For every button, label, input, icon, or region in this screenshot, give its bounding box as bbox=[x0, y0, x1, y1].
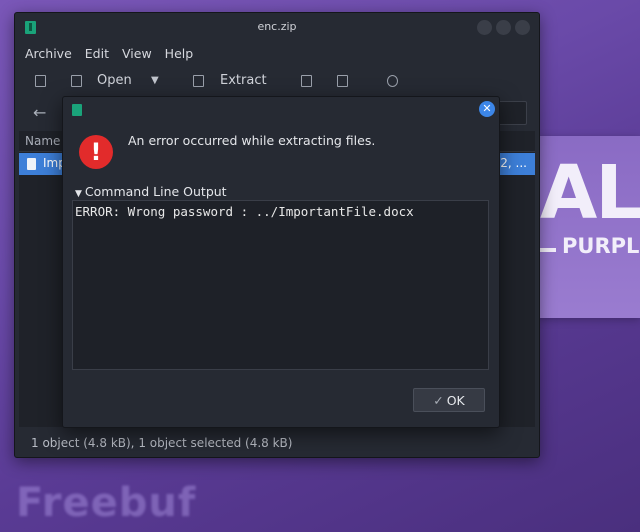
minimize-button[interactable] bbox=[477, 20, 492, 35]
command-output-box[interactable]: ERROR: Wrong password : ../ImportantFile… bbox=[72, 200, 489, 370]
command-output-expander[interactable]: ▼ Command Line Output bbox=[75, 184, 227, 199]
titlebar[interactable]: enc.zip bbox=[15, 13, 539, 41]
ok-label: OK bbox=[446, 393, 465, 408]
check-icon: ✓ bbox=[433, 393, 444, 408]
open-icon[interactable] bbox=[71, 75, 82, 87]
command-output-text: ERROR: Wrong password : ../ImportantFile… bbox=[75, 204, 414, 219]
expander-label: Command Line Output bbox=[84, 184, 227, 199]
new-archive-icon[interactable] bbox=[35, 75, 46, 87]
extract-icon[interactable] bbox=[193, 75, 204, 87]
file-date-cell: 2, ... bbox=[500, 156, 527, 170]
menu-view[interactable]: View bbox=[122, 46, 152, 61]
window-title: enc.zip bbox=[257, 20, 297, 33]
wallpaper-small-text: PURPLE bbox=[562, 234, 640, 258]
open-dropdown-icon[interactable]: ▼ bbox=[151, 75, 159, 86]
error-icon: ! bbox=[79, 135, 113, 169]
back-arrow-icon[interactable]: ← bbox=[33, 103, 46, 122]
wallpaper-big-text: ALI bbox=[540, 150, 640, 236]
expander-arrow-icon: ▼ bbox=[75, 189, 82, 199]
wallpaper-panel: ALI PURPLE bbox=[538, 136, 640, 318]
status-bar: 1 object (4.8 kB), 1 object selected (4.… bbox=[31, 436, 293, 450]
add-folder-icon[interactable] bbox=[337, 75, 348, 87]
wallpaper-divider bbox=[538, 248, 556, 252]
add-files-icon[interactable] bbox=[301, 75, 312, 87]
close-icon[interactable]: ✕ bbox=[479, 101, 495, 117]
menu-edit[interactable]: Edit bbox=[85, 46, 109, 61]
menu-help[interactable]: Help bbox=[165, 46, 194, 61]
stop-icon[interactable] bbox=[387, 75, 398, 87]
open-button[interactable]: Open bbox=[97, 73, 132, 88]
menubar: Archive Edit View Help bbox=[15, 41, 539, 65]
extract-button[interactable]: Extract bbox=[220, 73, 267, 88]
document-icon bbox=[27, 158, 36, 170]
watermark: Freebuf bbox=[16, 480, 197, 526]
close-window-button[interactable] bbox=[515, 20, 530, 35]
ok-button[interactable]: ✓ OK bbox=[413, 388, 485, 412]
error-message: An error occurred while extracting files… bbox=[128, 133, 376, 148]
error-dialog: ✕ ! An error occurred while extracting f… bbox=[62, 96, 500, 428]
dialog-app-icon bbox=[72, 104, 82, 116]
toolbar: Open ▼ Extract bbox=[15, 65, 539, 99]
menu-archive[interactable]: Archive bbox=[25, 46, 72, 61]
maximize-button[interactable] bbox=[496, 20, 511, 35]
